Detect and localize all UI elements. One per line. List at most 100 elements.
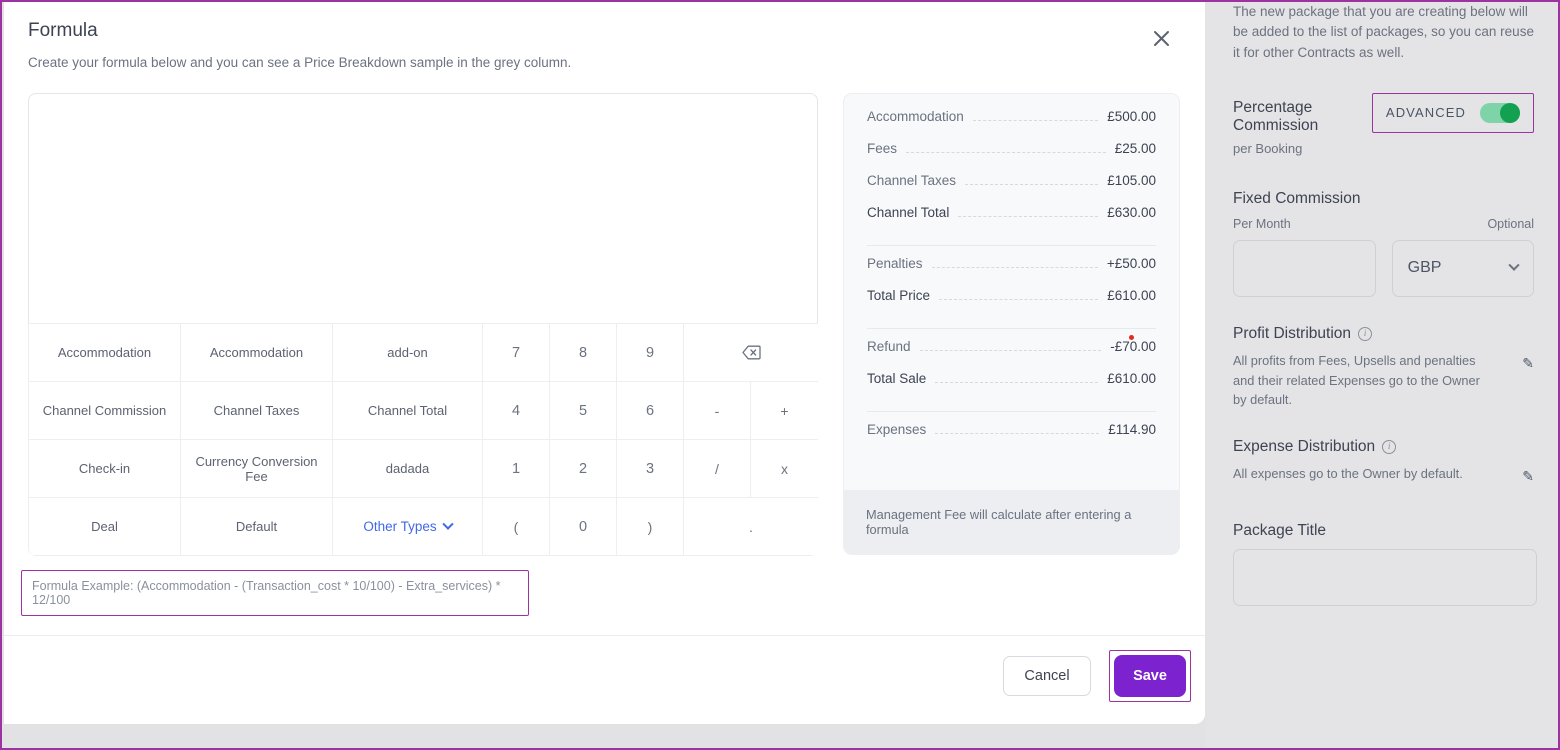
- breakdown-row: Accommodation £500.00: [867, 109, 1156, 141]
- keypad-key[interactable]: dadada: [333, 440, 483, 498]
- breakdown-row-label: Expenses: [867, 422, 926, 437]
- package-title-section: Package Title: [1233, 522, 1534, 606]
- info-icon[interactable]: i: [1358, 327, 1372, 341]
- breakdown-row: Expenses £114.90: [867, 422, 1156, 454]
- keypad-key[interactable]: 3: [617, 440, 684, 498]
- keypad-key[interactable]: Check-in: [29, 440, 181, 498]
- breakdown-row: Penalties +£50.00: [867, 256, 1156, 288]
- package-title-input[interactable]: [1233, 549, 1537, 606]
- dialog-body: AccommodationAccommodationadd-on789Chann…: [4, 93, 1205, 616]
- cancel-button[interactable]: Cancel: [1003, 656, 1091, 696]
- breakdown-row-value: -£70.00: [1110, 339, 1156, 354]
- other-types-label: Other Types: [363, 519, 436, 534]
- management-fee-note: Management Fee will calculate after ente…: [844, 490, 1179, 554]
- breakdown-row-value: +£50.00: [1107, 256, 1156, 271]
- formula-builder: AccommodationAccommodationadd-on789Chann…: [28, 93, 818, 616]
- currency-select[interactable]: GBP: [1392, 240, 1534, 297]
- breakdown-row-label: Total Price: [867, 288, 930, 303]
- percentage-commission-title: Percentage Commission: [1233, 99, 1372, 135]
- breakdown-row-label: Refund: [867, 339, 911, 354]
- breakdown-row-label: Accommodation: [867, 109, 964, 124]
- breakdown-row-value: £610.00: [1107, 371, 1156, 386]
- fixed-commission-section: Fixed Commission Per Month Optional GBP: [1233, 190, 1534, 297]
- advanced-toggle-group[interactable]: ADVANCED: [1372, 93, 1534, 133]
- keypad-key[interactable]: 4: [483, 382, 550, 440]
- leader-line: [906, 152, 1106, 153]
- expense-distribution-title: Expense Distribution: [1233, 438, 1375, 456]
- breakdown-row: Total Sale £610.00: [867, 371, 1156, 403]
- breakdown-row-label: Channel Taxes: [867, 173, 956, 188]
- keypad-key[interactable]: 7: [483, 324, 550, 382]
- leader-line: [932, 267, 1098, 268]
- keypad-key[interactable]: 2: [550, 440, 617, 498]
- breakdown-row-label: Total Sale: [867, 371, 926, 386]
- keypad-key[interactable]: Default: [181, 498, 333, 556]
- breakdown-separator: [867, 245, 1156, 246]
- fixed-commission-period-label: Per Month: [1233, 217, 1291, 231]
- breakdown-row-label: Penalties: [867, 256, 923, 271]
- dialog-subtitle: Create your formula below and you can se…: [28, 55, 1181, 70]
- keypad-key[interactable]: /: [684, 440, 751, 498]
- advanced-toggle-switch[interactable]: [1480, 103, 1520, 123]
- keypad-key[interactable]: 0: [550, 498, 617, 556]
- fixed-commission-title: Fixed Commission: [1233, 190, 1534, 208]
- breakdown-row-value: £610.00: [1107, 288, 1156, 303]
- leader-line: [935, 382, 1098, 383]
- profit-distribution-title: Profit Distribution: [1233, 325, 1351, 343]
- keypad-key[interactable]: 5: [550, 382, 617, 440]
- keypad-key[interactable]: Accommodation: [29, 324, 181, 382]
- save-button[interactable]: Save: [1114, 655, 1186, 697]
- percentage-commission-labels: Percentage Commission per Booking: [1233, 93, 1372, 156]
- fixed-commission-amount-input[interactable]: [1233, 240, 1376, 297]
- breakdown-row-value: £114.90: [1108, 422, 1156, 437]
- leader-line: [920, 350, 1102, 351]
- expense-distribution-section: Expense Distribution i All expenses go t…: [1233, 438, 1534, 484]
- breakdown-row-value: £105.00: [1107, 173, 1156, 188]
- expense-distribution-body: All expenses go to the Owner by default.…: [1233, 464, 1534, 484]
- keypad-key[interactable]: Currency Conversion Fee: [181, 440, 333, 498]
- formula-input[interactable]: [28, 93, 818, 323]
- percentage-commission-subtitle: per Booking: [1233, 141, 1372, 156]
- backspace-icon[interactable]: [684, 324, 818, 382]
- keypad-key[interactable]: x: [751, 440, 818, 498]
- keypad-key[interactable]: .: [684, 498, 818, 556]
- advanced-label: ADVANCED: [1386, 105, 1466, 120]
- fixed-commission-inputs: GBP: [1233, 240, 1534, 297]
- fixed-commission-sublabels: Per Month Optional: [1233, 217, 1534, 231]
- breakdown-row-value: £25.00: [1115, 141, 1156, 156]
- keypad-key[interactable]: Channel Commission: [29, 382, 181, 440]
- breakdown-row: Fees£25.00: [867, 141, 1156, 173]
- breakdown-separator: [867, 328, 1156, 329]
- keypad-key[interactable]: -: [684, 382, 751, 440]
- breakdown-row: Refund -£70.00: [867, 339, 1156, 371]
- keypad-key[interactable]: Channel Total: [333, 382, 483, 440]
- breakdown-row-value: £630.00: [1107, 205, 1156, 220]
- profit-distribution-section: Profit Distribution i All profits from F…: [1233, 325, 1534, 410]
- expense-distribution-header: Expense Distribution i: [1233, 438, 1534, 456]
- breakdown-row-value: £500.00: [1107, 109, 1156, 124]
- keypad-key[interactable]: 9: [617, 324, 684, 382]
- keypad-key[interactable]: ): [617, 498, 684, 556]
- leader-line: [939, 299, 1098, 300]
- price-breakdown-panel: Accommodation £500.00 Fees£25.00Channel Ta…: [843, 93, 1180, 555]
- keypad-key[interactable]: 8: [550, 324, 617, 382]
- info-icon[interactable]: i: [1382, 440, 1396, 454]
- keypad-key[interactable]: Accommodation: [181, 324, 333, 382]
- breakdown-row: Total Price £610.00: [867, 288, 1156, 320]
- formula-example-hint: Formula Example: (Accommodation - (Trans…: [21, 570, 529, 616]
- percentage-commission-row: Percentage Commission per Booking ADVANC…: [1233, 93, 1534, 156]
- save-button-focus-ring: Save: [1109, 650, 1191, 702]
- other-types-dropdown[interactable]: Other Types: [333, 498, 483, 556]
- keypad-key[interactable]: +: [751, 382, 818, 440]
- sidebar-intro-text: The new package that you are creating be…: [1233, 2, 1535, 63]
- page-title: Formula: [28, 20, 1181, 42]
- keypad-key[interactable]: Channel Taxes: [181, 382, 333, 440]
- keypad-key[interactable]: 6: [617, 382, 684, 440]
- pencil-icon[interactable]: ✎: [1522, 355, 1534, 372]
- keypad-key[interactable]: Deal: [29, 498, 181, 556]
- close-icon[interactable]: [1147, 24, 1175, 52]
- keypad-key[interactable]: 1: [483, 440, 550, 498]
- keypad-key[interactable]: (: [483, 498, 550, 556]
- keypad-key[interactable]: add-on: [333, 324, 483, 382]
- pencil-icon[interactable]: ✎: [1522, 468, 1534, 485]
